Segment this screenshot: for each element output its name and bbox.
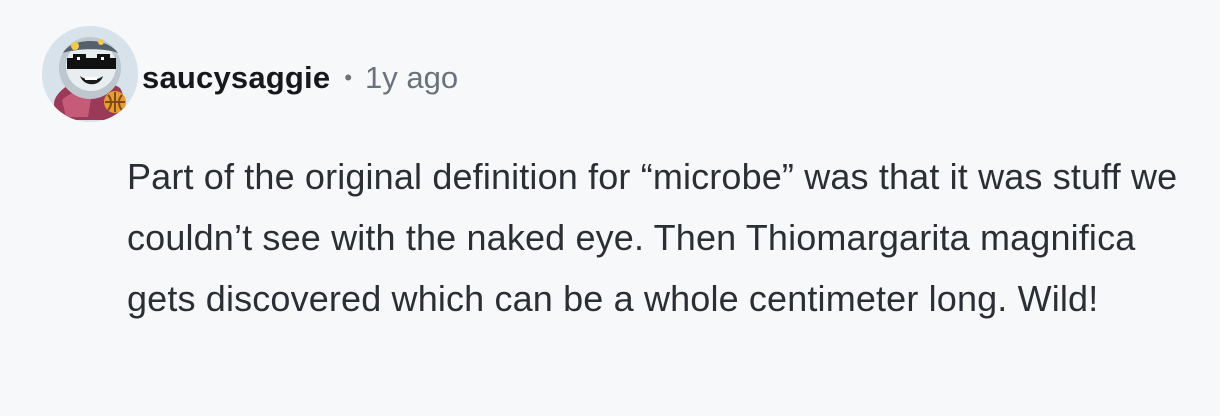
snoo-avatar-icon [42,26,138,122]
comment-body: Part of the original definition for “mic… [127,156,1178,319]
comment-meta: saucysaggie • 1y ago [142,54,458,102]
comment: saucysaggie • 1y ago Part of the origina… [0,0,1220,416]
author-username[interactable]: saucysaggie [142,60,330,96]
comment-timestamp[interactable]: 1y ago [365,60,458,96]
user-avatar[interactable] [42,26,138,122]
meta-separator: • [344,65,353,90]
